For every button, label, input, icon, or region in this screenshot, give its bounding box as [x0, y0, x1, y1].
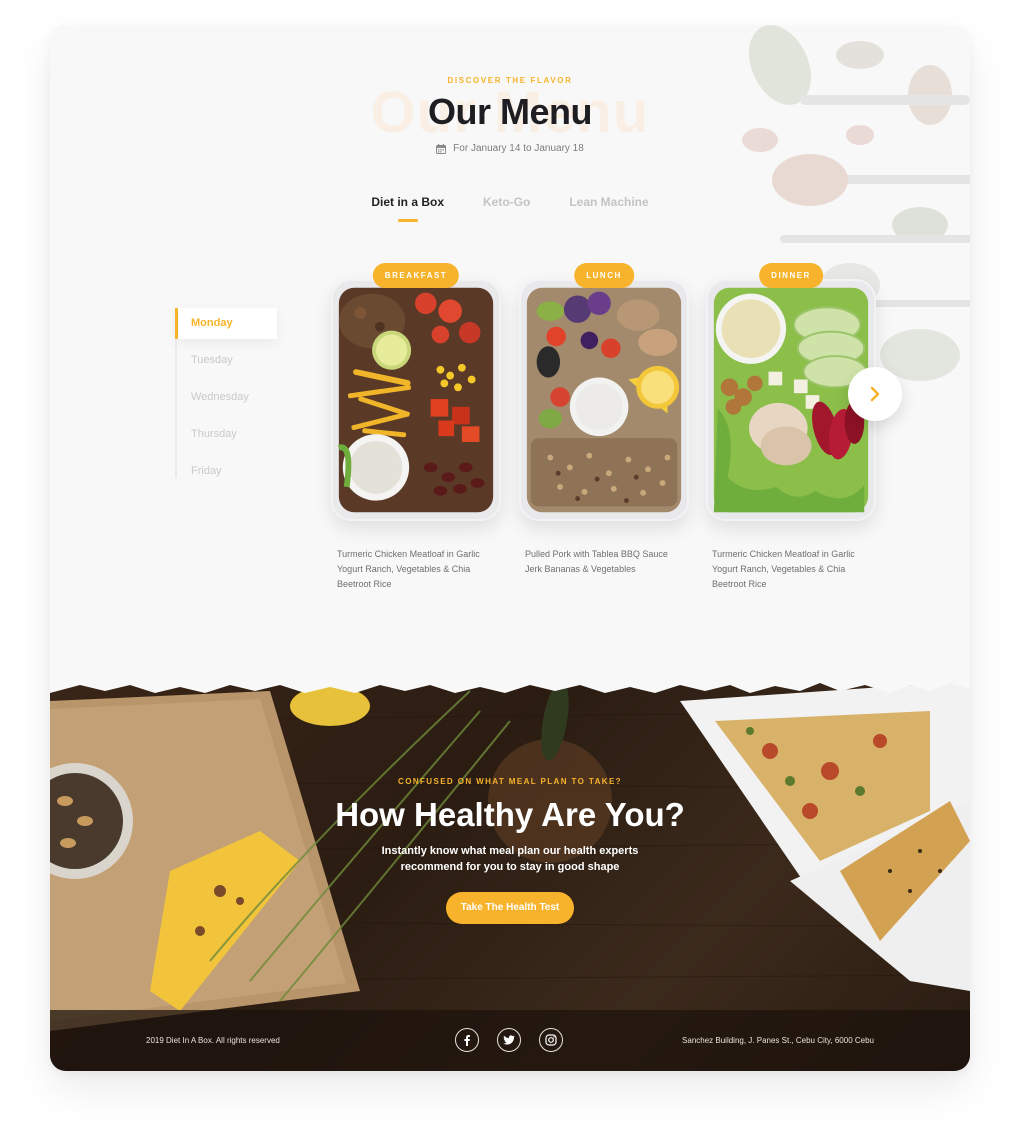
calendar-icon — [436, 143, 447, 154]
health-title: How Healthy Are You? — [335, 796, 685, 833]
take-health-test-button[interactable]: Take The Health Test — [446, 892, 574, 924]
menu-section: DISCOVER THE FLAVOR Our Menu Our Menu Fo… — [50, 25, 970, 685]
day-monday[interactable]: Monday — [175, 308, 277, 339]
meal-description: Pulled Pork with Tablea BBQ Sauce Jerk B… — [525, 549, 668, 574]
copyright-text: 2019 Diet In A Box. All rights reserved — [146, 1036, 280, 1045]
meal-description: Turmeric Chicken Meatloaf in Garlic Yogu… — [337, 549, 480, 589]
day-thursday[interactable]: Thursday — [175, 419, 277, 450]
day-friday[interactable]: Friday — [175, 456, 277, 487]
address-text: Sanchez Building, J. Panes St., Cebu Cit… — [682, 1036, 874, 1045]
health-eyebrow: CONFUSED ON WHAT MEAL PLAN TO TAKE? — [398, 777, 622, 786]
meal-description: Turmeric Chicken Meatloaf in Garlic Yogu… — [712, 549, 855, 589]
carousel-next-button[interactable] — [848, 367, 902, 421]
health-subtitle: Instantly know what meal plan our health… — [381, 845, 639, 873]
lunch-bowl-illustration — [526, 287, 682, 513]
tab-lean-machine[interactable]: Lean Machine — [569, 195, 648, 219]
instagram-icon — [545, 1034, 557, 1046]
meal-badge: DINNER — [759, 263, 823, 288]
twitter-icon — [503, 1035, 515, 1045]
day-wednesday[interactable]: Wednesday — [175, 382, 277, 413]
meal-badge: LUNCH — [574, 263, 634, 288]
tab-keto-go[interactable]: Keto-Go — [483, 195, 530, 219]
tab-diet-in-a-box[interactable]: Diet in a Box — [371, 195, 444, 222]
date-range: For January 14 to January 18 — [50, 143, 970, 154]
day-tuesday[interactable]: Tuesday — [175, 345, 277, 376]
social-links — [455, 1028, 563, 1052]
page-title: Our Menu — [428, 91, 593, 132]
day-selector: Monday Tuesday Wednesday Thursday Friday — [175, 308, 277, 493]
meal-photo — [519, 279, 689, 521]
meal-photo — [331, 279, 501, 521]
page-card: DISCOVER THE FLAVOR Our Menu Our Menu Fo… — [50, 25, 970, 1071]
meal-badge: BREAKFAST — [372, 263, 460, 288]
twitter-link[interactable] — [497, 1028, 521, 1052]
health-section: CONFUSED ON WHAT MEAL PLAN TO TAKE? How … — [50, 661, 970, 1071]
facebook-icon — [464, 1035, 470, 1046]
breakfast-bowl-illustration — [337, 287, 494, 513]
date-range-label: For January 14 to January 18 — [453, 143, 584, 154]
plan-tabs: Diet in a Box Keto-Go Lean Machine — [50, 195, 970, 222]
facebook-link[interactable] — [455, 1028, 479, 1052]
chevron-right-icon — [870, 386, 880, 402]
footer: 2019 Diet In A Box. All rights reserved — [50, 1010, 970, 1071]
instagram-link[interactable] — [539, 1028, 563, 1052]
